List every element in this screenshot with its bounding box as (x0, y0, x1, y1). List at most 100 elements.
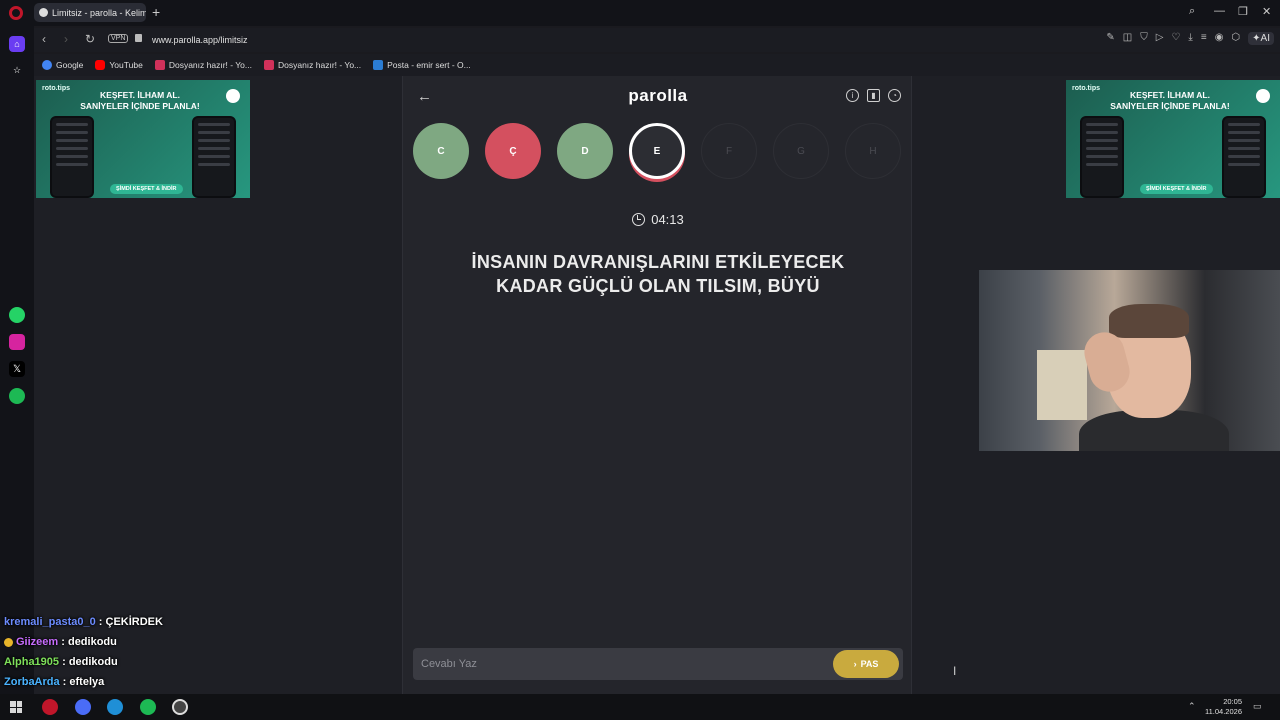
phone-image (50, 116, 94, 198)
tab-title: Limitsiz - parolla - Kelime (52, 7, 146, 18)
chat-text: dedikodu (67, 636, 117, 648)
bookmark-label: Google (56, 60, 84, 70)
edit-icon[interactable]: ✎ (1106, 32, 1114, 45)
answer-bar: › PAS (413, 648, 903, 680)
minimize-icon[interactable]: — (1214, 5, 1225, 17)
ad-cta: ŞİMDİ KEŞFET & İNDİR (110, 184, 183, 194)
bookmark-dosya-2[interactable]: Dosyanız hazır! - Yo... (263, 60, 362, 70)
system-clock[interactable]: 20:05 11.04.2026 (1205, 697, 1242, 717)
ad-logo-icon (1256, 89, 1270, 103)
profile-icon[interactable]: ◉ (1215, 32, 1224, 45)
browser-tab-bar: Limitsiz - parolla - Kelime + ⌕ — ❐ ✕ (0, 0, 1280, 26)
star-icon[interactable]: ☆ (9, 62, 25, 78)
obs-icon[interactable] (172, 699, 188, 715)
ai-button[interactable]: ✦AI (1248, 32, 1274, 45)
ad-logo-icon (226, 89, 240, 103)
pass-button[interactable]: › PAS (833, 650, 899, 678)
clock-date: 11.04.2026 (1205, 707, 1242, 716)
chat-message: Giizeem : dedikodu (4, 634, 234, 654)
ai-label: AI (1260, 33, 1270, 44)
windows-start-icon[interactable] (10, 701, 22, 713)
chat-user: Alpha1905 (4, 656, 60, 668)
chrome-icon[interactable] (75, 699, 91, 715)
webcam-window-light (1037, 350, 1087, 420)
toolbar-icons: ✎ ◫ ⛉ ▷ ♡ ⤓ ≡ ◉ ⬡ ✦AI (1106, 32, 1274, 45)
forward-nav-icon[interactable]: › (64, 32, 68, 46)
app-logo: parolla (628, 86, 688, 105)
notification-icon[interactable]: ▭ (1253, 701, 1262, 712)
youtube-icon (95, 60, 106, 70)
instagram-icon[interactable] (9, 334, 25, 350)
chat-text: eftelya (69, 676, 105, 688)
opera-gx-icon[interactable] (42, 699, 58, 715)
vpn-badge[interactable]: VPN (108, 34, 129, 43)
taskbar: ⌃ 20:05 11.04.2026 ▭ (0, 694, 1280, 720)
reload-icon[interactable]: ↻ (85, 32, 95, 46)
chat-user: ZorbaArda (4, 676, 60, 688)
info-icon[interactable]: i (846, 89, 859, 102)
tab-favicon-icon (39, 8, 48, 17)
heart-icon[interactable]: ♡ (1171, 32, 1180, 45)
menu-icon[interactable]: ≡ (1201, 32, 1207, 45)
letter-bubble-c: C (413, 123, 469, 179)
webcam-overlay (979, 270, 1280, 451)
spotify-taskbar-icon[interactable] (140, 699, 156, 715)
timer: 04:13 (403, 212, 913, 227)
pass-label: PAS (860, 659, 879, 669)
back-nav-icon[interactable]: ‹ (42, 32, 46, 46)
letter-bubble-g: G (773, 123, 829, 179)
chevron-right-icon: › (853, 659, 857, 669)
extensions-icon[interactable]: ⬡ (1231, 32, 1240, 45)
phone-image (192, 116, 236, 198)
ad-banner-right[interactable]: roto.tips KEŞFET. İLHAM AL. SANİYELER İÇ… (1066, 80, 1280, 198)
browser-tab[interactable]: Limitsiz - parolla - Kelime (34, 3, 146, 22)
tray-chevron-icon[interactable]: ⌃ (1188, 701, 1196, 712)
bookmarks-bar: Google YouTube Dosyanız hazır! - Yo... D… (34, 54, 1280, 76)
question-text: İNSANIN DAVRANIŞLARINI ETKİLEYECEK KADAR… (471, 252, 845, 296)
bookmark-posta[interactable]: Posta - emir sert - O... (373, 60, 471, 70)
timer-value: 04:13 (651, 212, 684, 227)
bookmark-google[interactable]: Google (42, 60, 83, 70)
page-icon (263, 60, 274, 70)
whatsapp-icon[interactable] (9, 307, 25, 323)
letter-bubble-d: D (557, 123, 613, 179)
lock-icon[interactable] (135, 34, 142, 42)
home-icon[interactable]: ⌂ (9, 36, 25, 52)
spotify-icon[interactable] (9, 388, 25, 404)
user-icon[interactable]: ◔ (888, 89, 901, 102)
chat-user: Giizeem (16, 636, 59, 648)
download-icon[interactable]: ⤓ (1188, 32, 1192, 45)
ad-headline: KEŞFET. İLHAM AL. SANİYELER İÇİNDE PLANL… (80, 90, 200, 111)
url-field[interactable]: www.parolla.app/limitsiz (152, 35, 248, 45)
ad-brand: roto.tips (42, 85, 70, 92)
search-tabs-icon[interactable]: ⌕ (1189, 5, 1195, 18)
bookmark-label: Dosyanız hazır! - Yo... (168, 60, 252, 70)
answer-input[interactable] (421, 655, 821, 673)
clock-icon (632, 213, 646, 226)
bookmark-label: Dosyanız hazır! - Yo... (277, 60, 362, 70)
x-icon[interactable]: 𝕏 (9, 361, 25, 377)
shield-icon[interactable]: ⛉ (1140, 32, 1148, 45)
letter-bubble-f: F (701, 123, 757, 179)
stats-icon[interactable]: ▮ (867, 89, 880, 102)
ad-banner-left[interactable]: roto.tips KEŞFET. İLHAM AL. SANİYELER İÇ… (36, 80, 250, 198)
chat-text: dedikodu (68, 656, 118, 668)
chat-user: kremali_pasta0_0 (4, 616, 96, 628)
webcam-hair (1109, 304, 1189, 338)
maximize-icon[interactable]: ❐ (1238, 5, 1248, 18)
bookmark-dosya-1[interactable]: Dosyanız hazır! - Yo... (154, 60, 252, 70)
bookmark-youtube[interactable]: YouTube (95, 60, 143, 70)
clock-time: 20:05 (1223, 697, 1242, 706)
address-bar-row: ‹ › ↻ VPN www.parolla.app/limitsiz ✎ ◫ ⛉… (34, 28, 1280, 52)
camera-icon[interactable]: ◫ (1123, 32, 1132, 45)
edge-icon[interactable] (107, 699, 123, 715)
phone-image (1222, 116, 1266, 198)
new-tab-plus-icon[interactable]: + (152, 4, 160, 20)
play-icon[interactable]: ▷ (1156, 32, 1164, 45)
opera-menu-icon[interactable] (9, 6, 23, 20)
close-window-icon[interactable]: ✕ (1262, 5, 1271, 18)
browser-sidebar: ⌂ ☆ 𝕏 (0, 26, 34, 694)
letter-bubble-h: H (845, 123, 901, 179)
google-icon (42, 60, 52, 70)
phone-image (1080, 116, 1124, 198)
